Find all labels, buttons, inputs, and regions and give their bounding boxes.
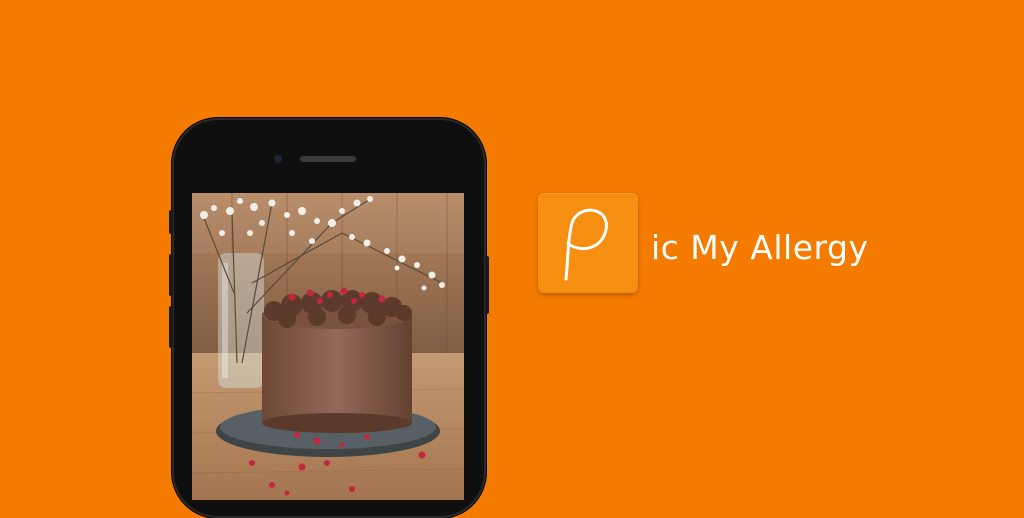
phone-silent-switch bbox=[169, 210, 173, 234]
phone-speaker bbox=[300, 156, 356, 162]
app-name: ic My Allergy bbox=[651, 228, 869, 267]
phone-camera bbox=[274, 155, 282, 163]
letter-p-logo-icon bbox=[564, 208, 608, 281]
phone-volume-up-button bbox=[169, 254, 173, 296]
chocolate-cake-photo bbox=[192, 193, 464, 500]
phone-power-button bbox=[485, 256, 489, 314]
phone-volume-down-button bbox=[169, 306, 173, 348]
app-logo-tile bbox=[538, 193, 638, 293]
phone-screen-image bbox=[192, 193, 464, 500]
